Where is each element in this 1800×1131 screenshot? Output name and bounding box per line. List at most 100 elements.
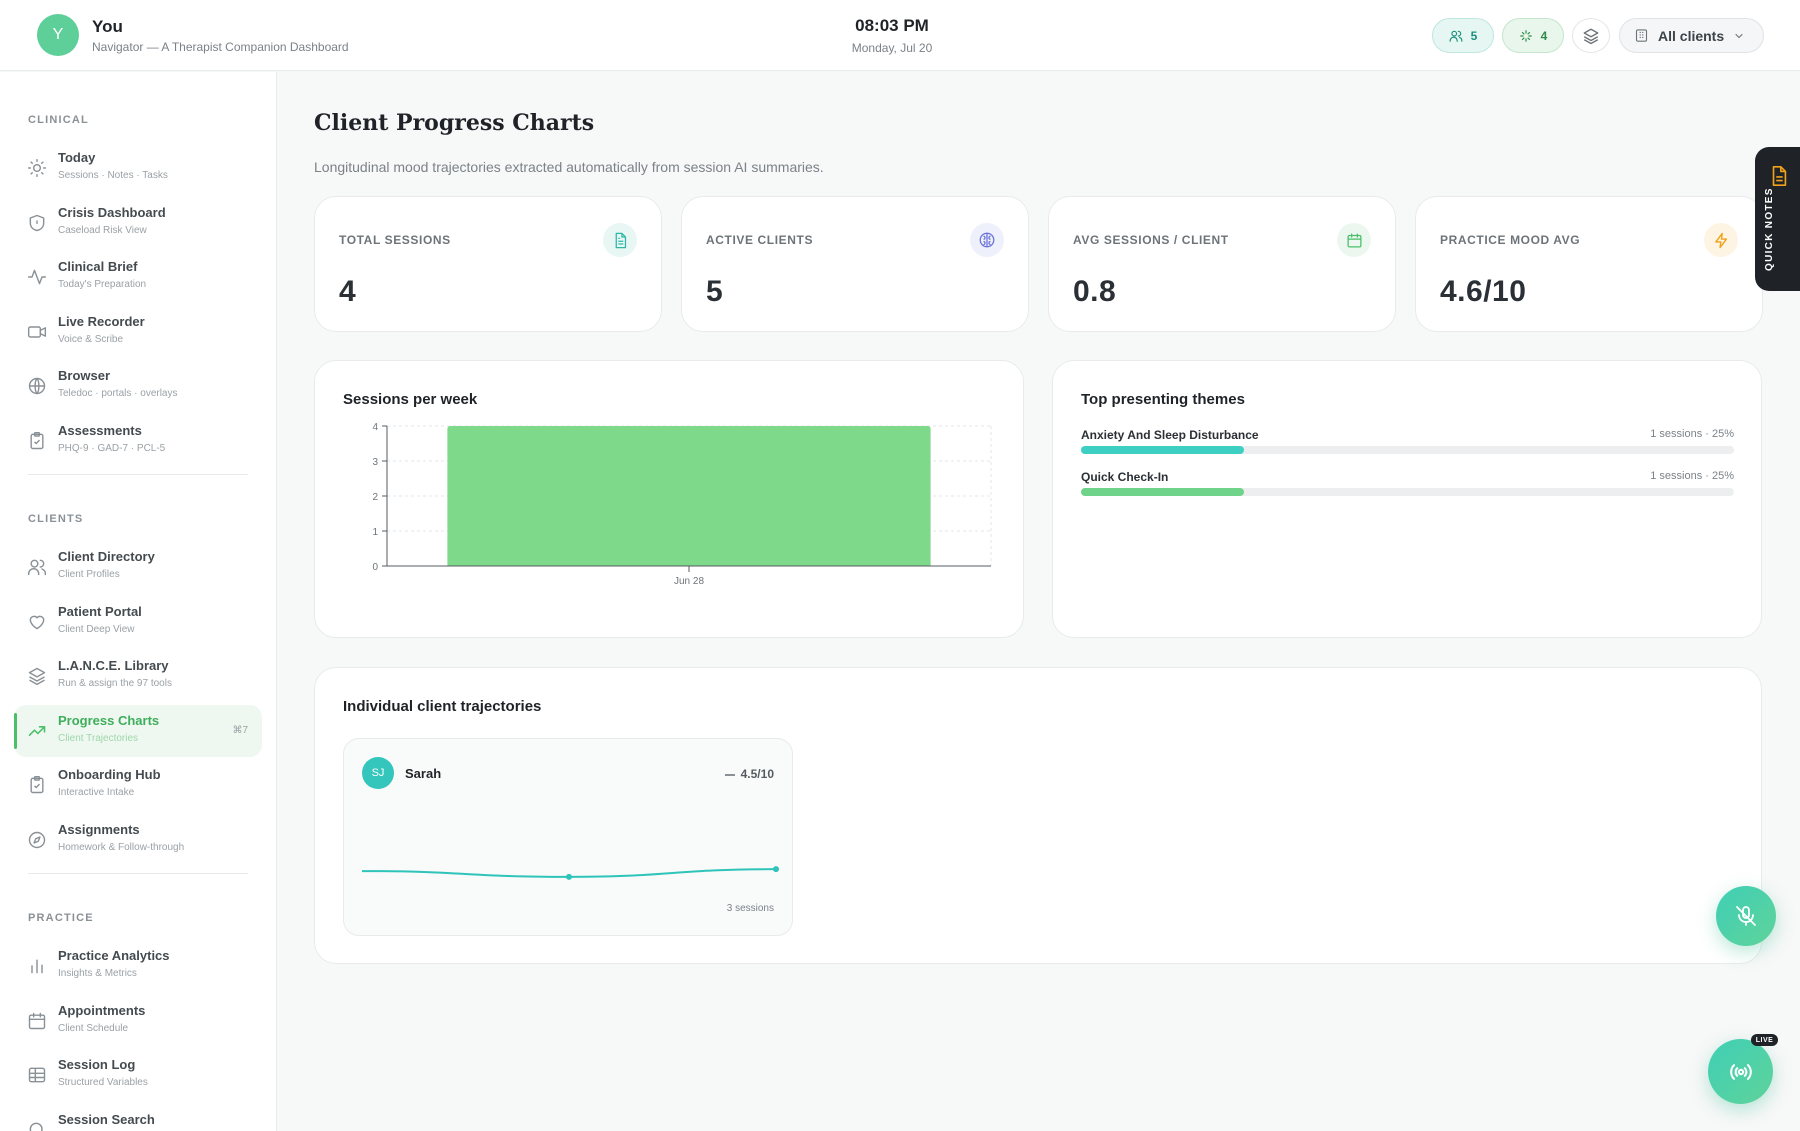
nav-item-subtitle: Client Deep View: [58, 624, 135, 635]
mute-mic-button[interactable]: [1716, 886, 1776, 946]
compass-icon: [28, 831, 46, 849]
nav-item-title: Practice Analytics: [58, 948, 170, 963]
broadcast-icon: [1729, 1063, 1752, 1080]
sidebar-divider: [28, 873, 248, 874]
client-mood-score-value: 4.5/10: [740, 767, 774, 781]
theme-meta: 1 sessions · 25%: [1650, 470, 1734, 482]
client-session-count: 3 sessions: [726, 903, 774, 914]
nav-item-title: Today: [58, 150, 96, 165]
nav-item-browser[interactable]: Browser Teledoc · portals · overlays: [14, 360, 262, 412]
nav-item-progress-charts[interactable]: Progress Charts Client Trajectories ⌘7: [14, 705, 262, 757]
client-trajectory-card[interactable]: SJ Sarah 4.5/10 3 sessions: [343, 738, 793, 936]
activity-count: 4: [1540, 28, 1548, 43]
y-tick-label: 2: [372, 492, 378, 503]
nav-item-title: Client Directory: [58, 549, 155, 564]
nav-item-subtitle: Structured Variables: [58, 1077, 148, 1088]
kpi-label: TOTAL SESSIONS: [339, 233, 451, 247]
nav-item-clinical-brief[interactable]: Clinical Brief Today's Preparation: [14, 251, 262, 303]
nav-item-subtitle: Insights & Metrics: [58, 968, 137, 979]
layers-button[interactable]: [1572, 18, 1610, 53]
sessions-bar-chart: 0 1 2 3 4 Jun 28: [372, 422, 992, 587]
nav-item-patient-portal[interactable]: Patient Portal Client Deep View: [14, 596, 262, 648]
app-subtitle: Navigator — A Therapist Companion Dashbo…: [92, 40, 349, 54]
theme-meta: 1 sessions · 25%: [1650, 428, 1734, 440]
kpi-value: 5: [706, 275, 724, 308]
nav-item-title: Onboarding Hub: [58, 767, 161, 782]
nav-item-subtitle: Interactive Intake: [58, 787, 135, 798]
nav-item-onboarding-hub[interactable]: Onboarding Hub Interactive Intake: [14, 759, 262, 811]
globe-icon: [28, 377, 46, 395]
chevron-down-icon: [1735, 33, 1743, 38]
nav-item-crisis-dashboard[interactable]: Crisis Dashboard Caseload Risk View: [14, 197, 262, 249]
theme-progress-fill: [1081, 488, 1245, 496]
calendar-icon: [28, 1012, 46, 1030]
clipboard-icon: [30, 775, 44, 794]
section-label-clients: CLIENTS: [28, 513, 84, 525]
client-mood-sparkline: [361, 866, 779, 880]
client-filter-select[interactable]: All clients: [1619, 18, 1764, 53]
clock-date: Monday, Jul 20: [851, 41, 933, 55]
zap-icon: [1704, 223, 1738, 257]
mood-point: [566, 873, 572, 880]
sun-icon: [27, 158, 47, 178]
themes-title: Top presenting themes: [1081, 391, 1245, 408]
quick-notes-tab[interactable]: QUICK NOTES: [1755, 147, 1800, 291]
kpi-active-clients: ACTIVE CLIENTS 5: [681, 196, 1029, 332]
sparkle-icon: [1519, 29, 1532, 42]
nav-item-subtitle: Today's Preparation: [58, 279, 147, 290]
nav-item-assessments[interactable]: Assessments PHQ-9 · GAD-7 · PCL-5: [14, 415, 262, 467]
shortcut-hint: ⌘7: [232, 725, 248, 736]
nav-item-lance-library[interactable]: L.A.N.C.E. Library Run & assign the 97 t…: [14, 650, 262, 702]
section-label-clinical: CLINICAL: [28, 114, 89, 126]
nav-item-title: Crisis Dashboard: [58, 205, 166, 220]
y-tick-label: 3: [372, 457, 378, 468]
kpi-practice-mood: PRACTICE MOOD AVG 4.6/10: [1415, 196, 1763, 332]
nav-item-title: Live Recorder: [58, 314, 145, 329]
nav-item-subtitle: Client Schedule: [58, 1023, 129, 1034]
nav-item-practice-analytics[interactable]: Practice Analytics Insights & Metrics: [14, 940, 262, 992]
active-clients-count: 5: [1470, 28, 1478, 43]
nav-item-session-search[interactable]: Session Search: [14, 1104, 262, 1131]
bar: [447, 426, 931, 566]
nav-item-assignments[interactable]: Assignments Homework & Follow-through: [14, 814, 262, 866]
quick-notes-label: QUICK NOTES: [1764, 187, 1775, 271]
kpi-avg-sessions: AVG SESSIONS / CLIENT 0.8: [1048, 196, 1396, 332]
file-text-icon: [603, 223, 637, 257]
nav-item-today[interactable]: Today Sessions · Notes · Tasks: [14, 142, 262, 194]
live-broadcast-button[interactable]: [1708, 1039, 1773, 1104]
sessions-chart-title: Sessions per week: [343, 391, 478, 408]
nav-item-title: L.A.N.C.E. Library: [58, 658, 169, 673]
theme-name: Anxiety And Sleep Disturbance: [1081, 428, 1259, 442]
nav-item-client-directory[interactable]: Client Directory Client Profiles: [14, 541, 262, 593]
nav-item-session-log[interactable]: Session Log Structured Variables: [14, 1049, 262, 1101]
live-badge: LIVE: [1751, 1034, 1778, 1046]
users-icon: [27, 559, 47, 576]
x-tick-label: Jun 28: [674, 576, 704, 587]
section-label-practice: PRACTICE: [28, 912, 94, 924]
kpi-label: AVG SESSIONS / CLIENT: [1073, 233, 1229, 247]
building-icon: [1635, 29, 1648, 42]
client-avatar: SJ: [362, 757, 394, 789]
shield-icon: [29, 214, 45, 232]
nav-item-subtitle: Homework & Follow-through: [58, 842, 185, 853]
trajectories-title: Individual client trajectories: [343, 698, 542, 715]
mic-off-icon: [1736, 906, 1756, 926]
user-name: You: [92, 17, 123, 36]
nav-item-subtitle: Teledoc · portals · overlays: [58, 388, 178, 399]
page-title: Client Progress Charts: [314, 110, 595, 136]
nav-item-title: Progress Charts: [58, 713, 160, 728]
y-tick-label: 1: [372, 527, 378, 538]
nav-item-subtitle: Sessions · Notes · Tasks: [58, 170, 168, 181]
nav-item-subtitle: Run & assign the 97 tools: [58, 678, 172, 689]
nav-item-subtitle: PHQ-9 · GAD-7 · PCL-5: [58, 443, 166, 454]
clock-time: 08:03 PM: [855, 16, 929, 35]
active-clients-pill[interactable]: 5: [1432, 18, 1494, 53]
bar-chart-icon: [31, 959, 43, 974]
activity-pill[interactable]: 4: [1502, 18, 1564, 53]
user-avatar[interactable]: Y: [37, 14, 79, 56]
kpi-value: 4: [339, 275, 357, 308]
sessions-per-week-card: Sessions per week 0 1 2 3 4 Jun 28: [314, 360, 1024, 638]
nav-item-live-recorder[interactable]: Live Recorder Voice & Scribe: [14, 306, 262, 358]
nav-item-subtitle: Client Trajectories: [58, 733, 139, 744]
nav-item-appointments[interactable]: Appointments Client Schedule: [14, 995, 262, 1047]
